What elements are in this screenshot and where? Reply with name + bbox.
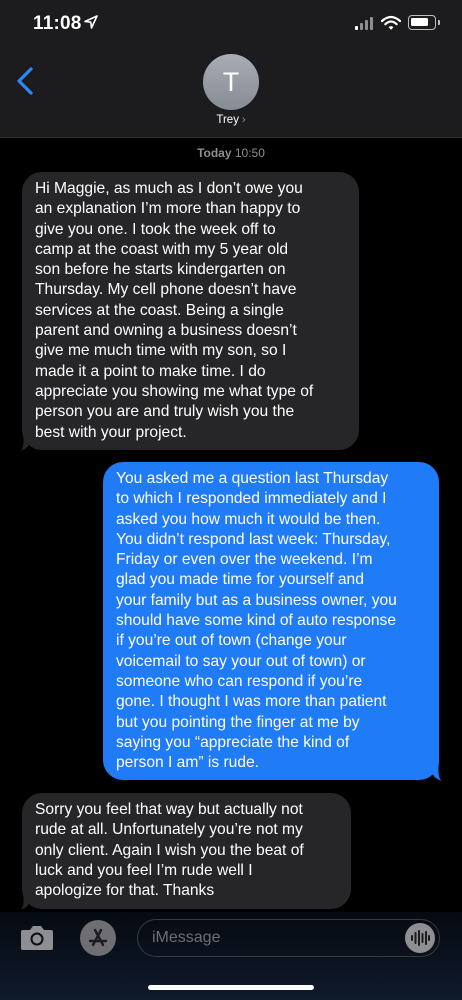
message-line: rude at all. Unfortunately you’re not my xyxy=(35,821,303,839)
avatar-initial: T xyxy=(222,66,240,97)
location-arrow-icon xyxy=(84,15,98,29)
wifi-icon xyxy=(381,15,401,30)
camera-icon[interactable] xyxy=(20,923,54,951)
message-line: person I am” is rude. xyxy=(116,754,260,772)
audio-waveform-icon xyxy=(411,930,430,946)
message-line: appreciate you showing me what type of xyxy=(35,382,314,400)
message-line: made it a point to make time. I do xyxy=(35,362,266,380)
app-store-icon xyxy=(88,928,108,947)
message-line: an explanation I’m more than happy to xyxy=(35,200,301,218)
message-line: but you pointing the finger at me by xyxy=(116,713,360,731)
message-line: person you are and truly wish you the xyxy=(35,403,295,421)
message-line: son before he starts kindergarten on xyxy=(35,261,286,279)
message-line: services at the coast. Being a single xyxy=(35,301,284,319)
bubble-tail-incoming xyxy=(20,432,30,451)
chevron-left-icon[interactable] xyxy=(14,66,38,96)
message-line: You didn’t respond last week: Thursday, xyxy=(116,530,391,548)
message-line: only client. Again I wish you the beat o… xyxy=(35,841,304,859)
message-line: best with your project. xyxy=(35,423,187,441)
timestamp-time: 10:50 xyxy=(234,146,265,160)
message-line: parent and owning a business doesn’t xyxy=(35,322,297,340)
status-time: 11:08 xyxy=(33,13,82,34)
message-line: voicemail to say your out of town) or xyxy=(116,652,366,670)
conversation-header: T Trey › xyxy=(0,46,462,138)
message-line: if you’re out of town (change your xyxy=(116,632,347,650)
message-line: Thursday. My cell phone doesn’t have xyxy=(35,281,297,299)
bubble-tail-incoming xyxy=(20,891,30,910)
timestamp-day: Today xyxy=(197,146,232,160)
message-line: glad you made time for yourself and xyxy=(116,571,364,589)
battery-tip xyxy=(438,20,440,25)
message-line: apologize for that. Thanks xyxy=(35,882,215,900)
message-line: camp at the coast with my 5 year old xyxy=(35,240,289,258)
message-line: Hi Maggie, as much as I don’t owe you xyxy=(35,180,303,197)
bubble-tail-outgoing xyxy=(432,762,442,781)
message-line: asked you how much it would be then. xyxy=(116,510,381,528)
message-line: your family but as a business owner, you xyxy=(116,591,397,609)
status-bar: 11:08 xyxy=(0,0,462,46)
app-store-button[interactable] xyxy=(80,920,116,956)
audio-message-button[interactable] xyxy=(405,923,435,953)
message-line: gone. I thought I was more than patient xyxy=(116,693,387,711)
message-line: give you one. I took the week off to xyxy=(35,220,276,238)
imessage-field xyxy=(137,919,440,957)
message-line: You asked me a question last Thursday xyxy=(116,470,389,487)
message-line: Sorry you feel that way but actually not xyxy=(35,801,303,818)
battery-icon xyxy=(408,15,436,30)
message-line: someone who can respond if you’re xyxy=(116,672,363,690)
thread-timestamp: Today 10:50 xyxy=(0,146,462,160)
message-line: should have some kind of auto response xyxy=(116,612,397,630)
avatar[interactable]: T xyxy=(203,54,259,110)
cellular-signal-icon xyxy=(355,17,373,30)
message-line: give me much time with my son, so I xyxy=(35,342,287,360)
contact-name: Trey xyxy=(216,114,239,126)
home-indicator[interactable] xyxy=(148,985,314,990)
message-bubble-incoming[interactable]: Hi Maggie, as much as I don’t owe you an… xyxy=(22,172,359,450)
message-line: to which I responded immediately and I xyxy=(116,490,387,508)
message-line: Friday or even over the weekend. I’m xyxy=(116,551,373,569)
message-input[interactable] xyxy=(152,928,392,948)
message-bubble-incoming[interactable]: Sorry you feel that way but actually not… xyxy=(22,793,351,909)
message-line: saying you “appreciate the kind of xyxy=(116,733,350,751)
message-bubble-outgoing[interactable]: You asked me a question last Thursday to… xyxy=(103,462,439,780)
chevron-right-icon: › xyxy=(241,114,246,126)
message-line: luck and you feel I’m rude well I xyxy=(35,861,253,879)
contact-name-button[interactable]: Trey › xyxy=(0,114,462,126)
